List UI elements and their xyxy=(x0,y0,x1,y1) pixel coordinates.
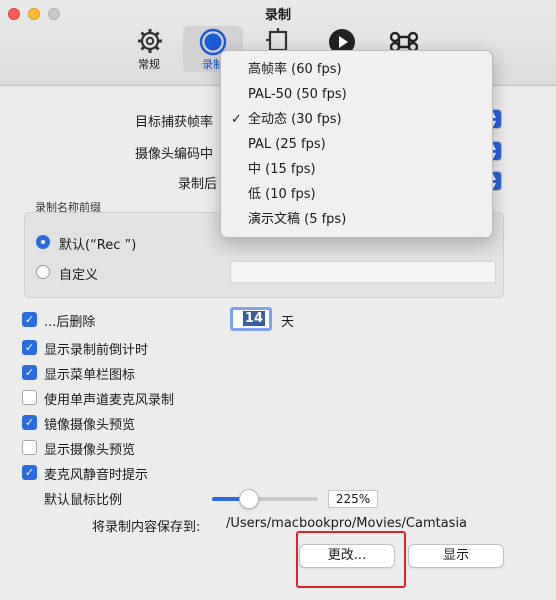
cursor-scale-label: 默认鼠标比例 xyxy=(44,493,123,508)
camera-preview-checkbox[interactable] xyxy=(22,440,37,455)
mic-muted-alert-checkbox[interactable]: ✓ xyxy=(22,465,37,480)
menu-item-25fps[interactable]: PAL (25 fps) xyxy=(221,132,492,157)
menu-item-label: PAL-50 (50 fps) xyxy=(248,87,347,102)
menu-item-label: 全动态 (30 fps) xyxy=(248,112,342,127)
menu-item-60fps[interactable]: 高帧率 (60 fps) xyxy=(221,57,492,82)
custom-prefix-input[interactable] xyxy=(230,261,496,283)
mono-mic-checkbox[interactable] xyxy=(22,390,37,405)
menu-item-label: PAL (25 fps) xyxy=(248,137,326,152)
custom-prefix-radio[interactable] xyxy=(36,265,50,279)
camera-codec-label: 摄像头编码中 xyxy=(135,147,214,162)
menu-item-label: 高帧率 (60 fps) xyxy=(248,62,342,77)
camera-preview-label: 显示摄像头预览 xyxy=(44,443,136,458)
default-prefix-label: 默认(“Rec ”) xyxy=(59,238,137,253)
delete-days-value: 14 xyxy=(242,311,265,326)
default-prefix-radio[interactable] xyxy=(36,235,50,249)
cursor-scale-knob[interactable] xyxy=(239,489,260,509)
menu-item-label: 中 (15 fps) xyxy=(248,162,316,177)
delete-days-unit: 天 xyxy=(281,315,295,330)
menu-item-15fps[interactable]: 中 (15 fps) xyxy=(221,157,492,182)
delete-after-label: ...后删除 xyxy=(44,315,96,330)
delete-after-checkbox[interactable]: ✓ xyxy=(22,312,37,327)
menu-item-5fps[interactable]: 演示文稿 (5 fps) xyxy=(221,207,492,232)
menu-item-30fps[interactable]: ✓ 全动态 (30 fps) xyxy=(221,107,492,132)
mirror-camera-checkbox[interactable]: ✓ xyxy=(22,415,37,430)
menubar-icon-checkbox[interactable]: ✓ xyxy=(22,365,37,380)
menu-item-10fps[interactable]: 低 (10 fps) xyxy=(221,182,492,207)
mirror-camera-label: 镜像摄像头预览 xyxy=(44,418,136,433)
menu-item-50fps[interactable]: PAL-50 (50 fps) xyxy=(221,82,492,107)
cursor-scale-slider[interactable] xyxy=(212,497,318,501)
tab-general[interactable]: 常规 xyxy=(121,26,177,72)
countdown-checkbox[interactable]: ✓ xyxy=(22,340,37,355)
custom-prefix-label: 自定义 xyxy=(59,268,99,283)
menu-item-label: 低 (10 fps) xyxy=(248,187,316,202)
tab-general-label: 常规 xyxy=(138,58,160,71)
change-location-button[interactable]: 更改... xyxy=(299,544,395,568)
mono-mic-label: 使用单声道麦克风录制 xyxy=(44,393,175,408)
cursor-scale-value: 225% xyxy=(328,490,378,508)
countdown-label: 显示录制前倒计时 xyxy=(44,343,149,358)
show-location-button[interactable]: 显示 xyxy=(408,544,504,568)
gear-icon xyxy=(138,29,162,53)
save-location-label: 将录制内容保存到: xyxy=(92,520,201,535)
menubar-icon-label: 显示菜单栏图标 xyxy=(44,368,136,383)
save-location-path: /Users/macbookpro/Movies/Camtasia xyxy=(226,516,468,531)
checkmark-icon: ✓ xyxy=(231,112,242,127)
mic-muted-alert-label: 麦克风静音时提示 xyxy=(44,468,149,483)
menu-item-label: 演示文稿 (5 fps) xyxy=(248,212,347,227)
delete-days-input[interactable]: 14 xyxy=(230,307,272,331)
frame-rate-menu: 高帧率 (60 fps) PAL-50 (50 fps) ✓ 全动态 (30 fp… xyxy=(220,50,493,238)
frame-rate-label: 目标捕获帧率 xyxy=(135,115,214,130)
after-recording-label: 录制后 xyxy=(178,177,218,192)
window-title: 录制 xyxy=(264,8,291,23)
